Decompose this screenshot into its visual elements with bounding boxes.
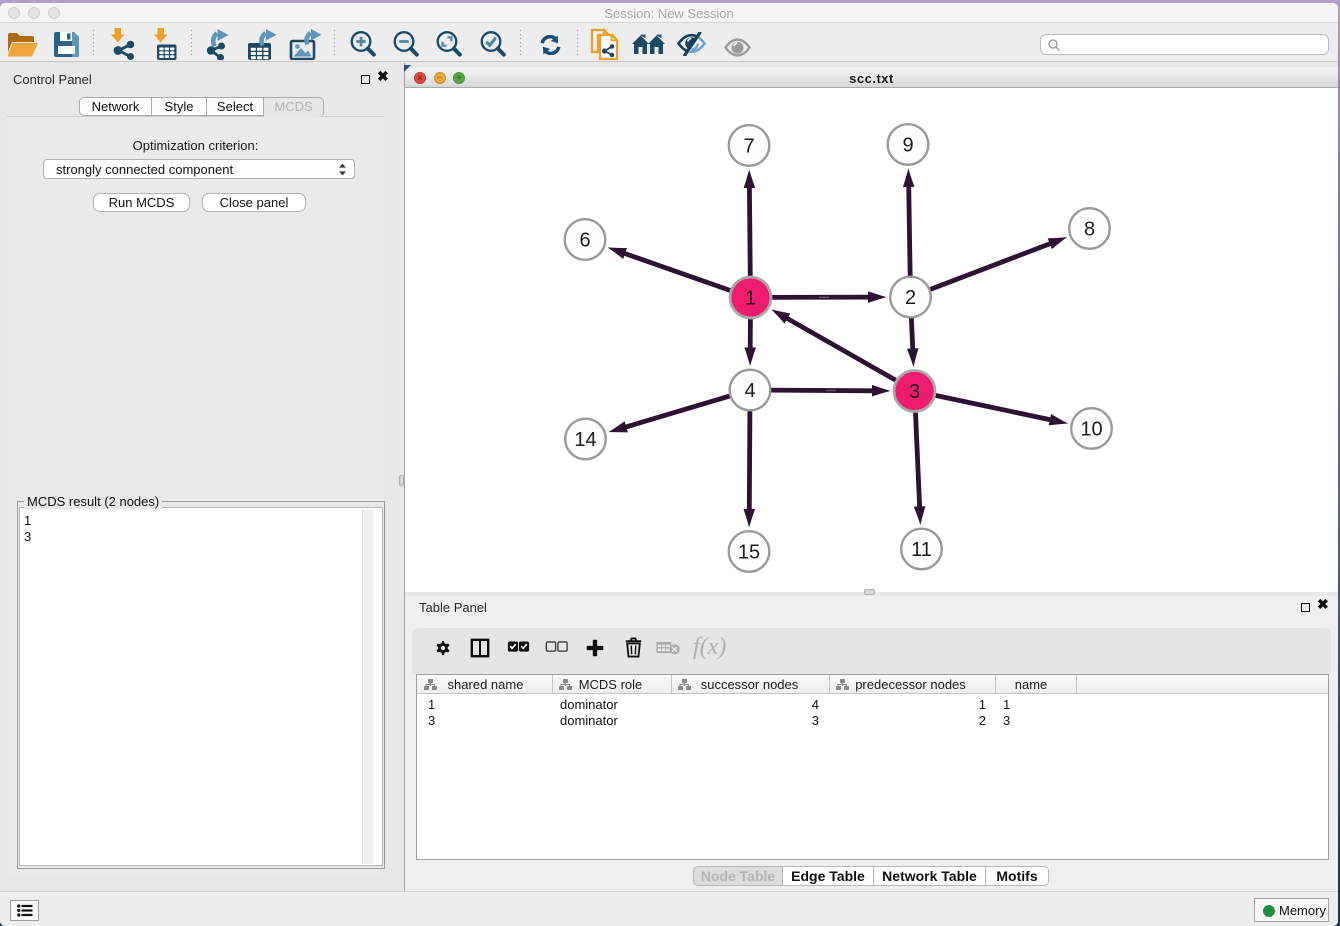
svg-text:14: 14 — [574, 429, 596, 451]
svg-text:3: 3 — [909, 381, 920, 403]
svg-text:11: 11 — [911, 539, 932, 561]
svg-text:2: 2 — [905, 287, 916, 309]
svg-text:10: 10 — [1080, 419, 1102, 441]
svg-text:7: 7 — [743, 136, 754, 158]
svg-text:8: 8 — [1084, 219, 1095, 241]
svg-text:6: 6 — [579, 230, 590, 252]
svg-text:4: 4 — [744, 380, 755, 402]
svg-text:9: 9 — [902, 135, 913, 157]
svg-text:15: 15 — [738, 542, 760, 564]
svg-text:1: 1 — [745, 288, 756, 310]
